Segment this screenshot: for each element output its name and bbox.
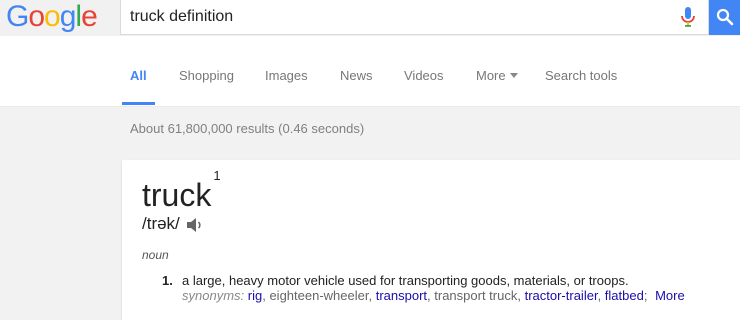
synonym-link[interactable]: rig [248, 288, 262, 303]
synonym-link[interactable]: tractor-trailer [525, 288, 598, 303]
tab-videos[interactable]: Videos [404, 68, 444, 83]
header-bar: Google [0, 0, 740, 36]
search-nav: All Shopping Images News Videos More Sea… [0, 36, 740, 107]
logo-letter: g [59, 0, 77, 33]
microphone-icon[interactable] [677, 5, 699, 29]
search-icon [716, 8, 734, 26]
pronunciation: /trək/ [142, 214, 180, 233]
synonym-link[interactable]: transport [376, 288, 427, 303]
dictionary-word: truck1 [142, 168, 221, 214]
tab-search-tools[interactable]: Search tools [545, 68, 617, 83]
synonyms-label: synonyms: [182, 288, 245, 303]
chevron-down-icon [509, 73, 518, 79]
more-synonyms-link[interactable]: More [655, 288, 685, 303]
logo-letter: e [81, 0, 98, 33]
sense-index: 1 [213, 168, 221, 184]
search-button[interactable] [709, 0, 740, 35]
synonym-text: eighteen-wheeler [269, 288, 369, 303]
tab-more[interactable]: More [476, 68, 518, 83]
active-tab-indicator [122, 102, 155, 105]
dictionary-card: truck1 /trək/ noun 1. a large, heavy mot… [122, 160, 740, 320]
search-input[interactable] [130, 0, 670, 33]
synonym-text: transport truck [434, 288, 518, 303]
search-box [120, 0, 709, 35]
definition-text: a large, heavy motor vehicle used for tr… [182, 273, 629, 288]
part-of-speech: noun [142, 248, 169, 262]
logo-letter: o [44, 0, 61, 33]
word-text: truck [142, 177, 212, 213]
logo-letter: o [28, 0, 45, 33]
definition-number: 1. [162, 273, 173, 288]
synonym-link[interactable]: flatbed [605, 288, 644, 303]
tab-all[interactable]: All [130, 68, 147, 83]
logo-letter: G [6, 0, 29, 33]
speaker-icon[interactable] [186, 217, 204, 233]
result-stats: About 61,800,000 results (0.46 seconds) [130, 121, 365, 136]
tab-more-label: More [476, 68, 506, 83]
tab-images[interactable]: Images [265, 68, 308, 83]
synonyms-line: synonyms: rig, eighteen-wheeler, transpo… [182, 288, 685, 303]
tab-shopping[interactable]: Shopping [179, 68, 234, 83]
tab-news[interactable]: News [340, 68, 373, 83]
google-logo[interactable]: Google [6, 0, 98, 36]
